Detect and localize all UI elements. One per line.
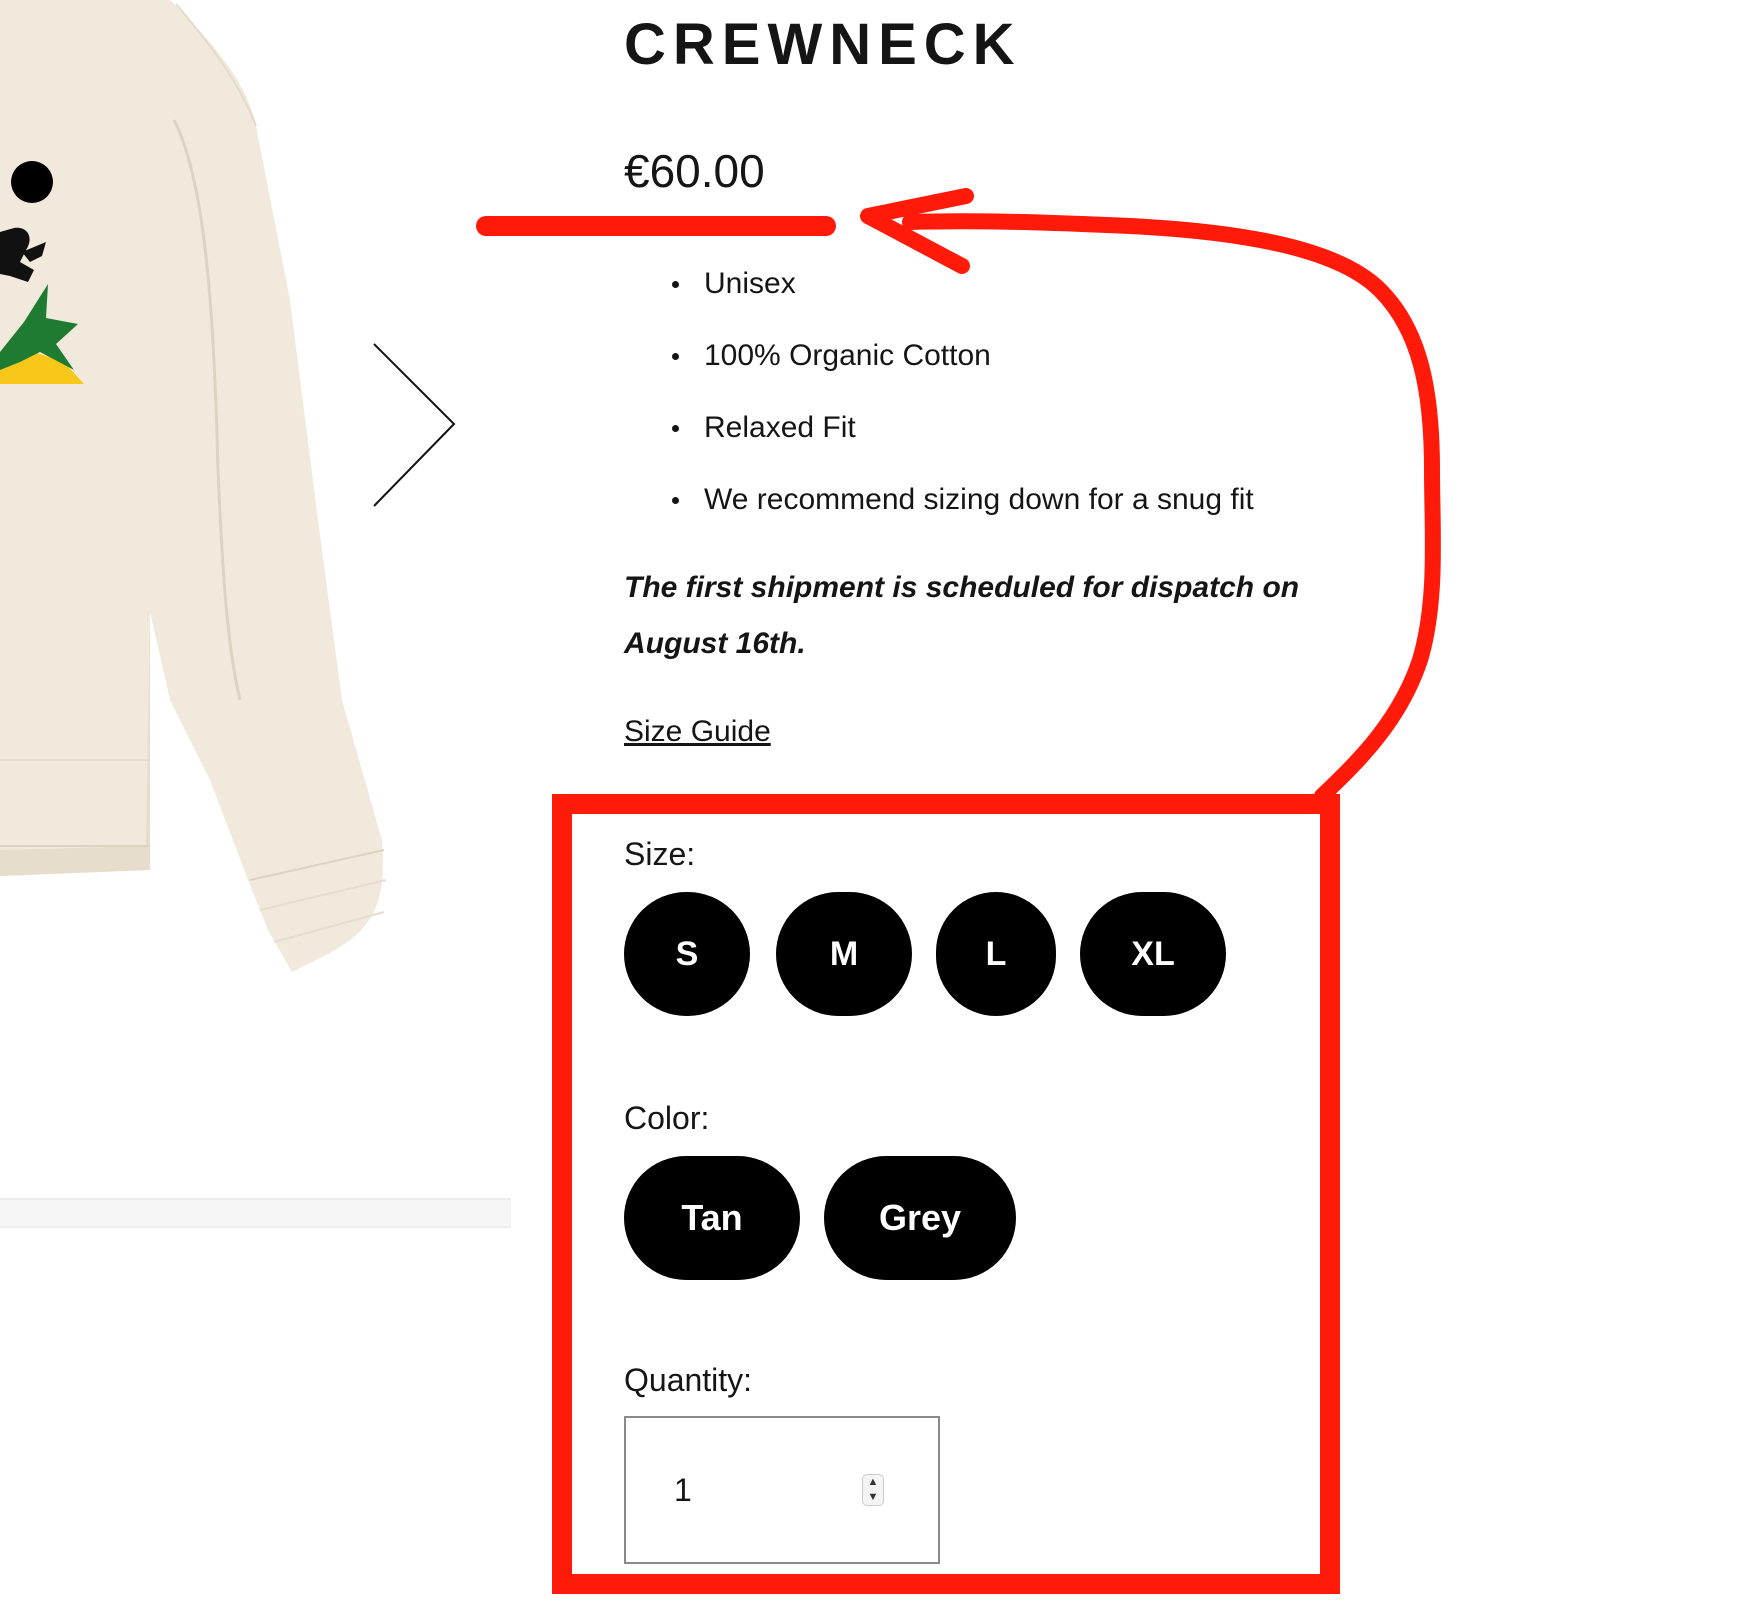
sweater-illustration <box>0 0 387 972</box>
feature-item: 100% Organic Cotton <box>660 332 1254 404</box>
feature-item: We recommend sizing down for a snug fit <box>660 476 1254 548</box>
color-label: Color: <box>624 1100 710 1136</box>
feature-item: Unisex <box>660 260 1254 332</box>
chevron-right-icon[interactable] <box>368 340 468 510</box>
gallery-divider <box>0 1198 511 1228</box>
quantity-stepper[interactable]: ▲ ▼ <box>862 1474 884 1506</box>
shipment-note: The first shipment is scheduled for disp… <box>624 571 1300 660</box>
size-option-s[interactable]: S <box>624 892 750 1016</box>
product-price: €60.00 <box>624 145 765 197</box>
size-label: Size: <box>624 836 696 872</box>
feature-list: Unisex 100% Organic Cotton Relaxed Fit W… <box>660 260 1254 548</box>
product-image <box>0 0 387 972</box>
color-option-grey[interactable]: Grey <box>824 1156 1016 1280</box>
annotation-arrow-head <box>860 188 974 274</box>
chevron-down-icon[interactable]: ▼ <box>863 1490 883 1504</box>
size-option-m[interactable]: M <box>776 892 912 1016</box>
product-page: CREWNECK €60.00 Unisex 100% Organic Cott… <box>0 0 1752 1602</box>
size-guide-link[interactable]: Size Guide <box>624 708 771 756</box>
feature-item: Relaxed Fit <box>660 404 1254 476</box>
quantity-label: Quantity: <box>624 1362 753 1398</box>
color-option-tan[interactable]: Tan <box>624 1156 800 1280</box>
quantity-value[interactable]: 1 <box>674 1466 692 1514</box>
quantity-input[interactable]: 1 ▲ ▼ <box>624 1416 940 1564</box>
chevron-up-icon[interactable]: ▲ <box>863 1475 883 1489</box>
product-title: CREWNECK <box>624 12 1022 77</box>
size-option-l[interactable]: L <box>936 892 1056 1016</box>
size-option-xl[interactable]: XL <box>1080 892 1226 1016</box>
